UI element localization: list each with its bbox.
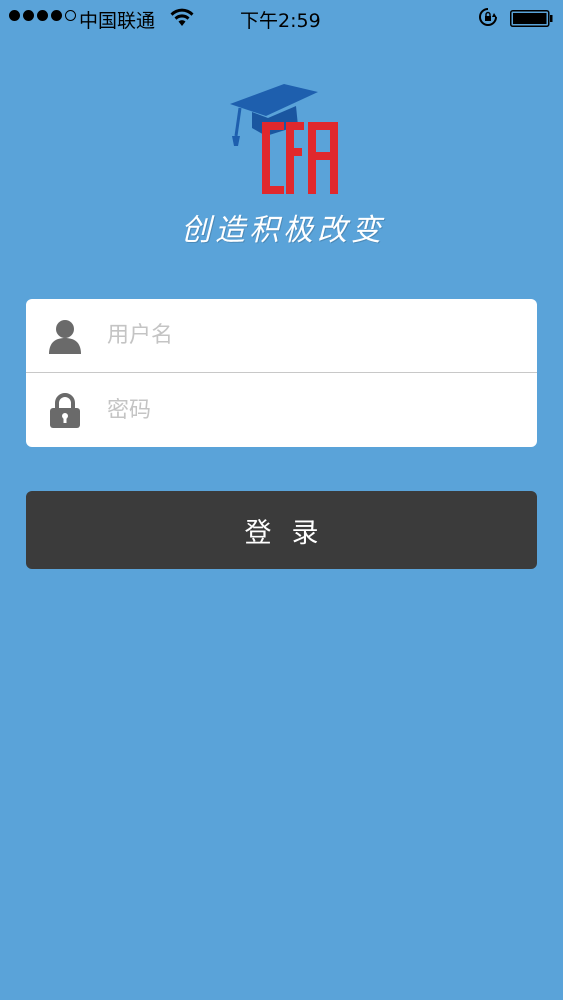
clock: 下午2:59 xyxy=(240,10,321,32)
login-form xyxy=(26,299,537,447)
password-input[interactable] xyxy=(107,390,507,430)
slogan: 创造积极改变 xyxy=(181,213,385,248)
password-row xyxy=(26,373,537,447)
status-bar: 中国联通 下午2:59 xyxy=(0,0,563,38)
wifi-icon xyxy=(170,8,194,26)
cfa-logo xyxy=(230,84,338,194)
user-icon xyxy=(49,319,81,354)
rotation-lock-icon xyxy=(479,8,497,26)
signal-strength-icon xyxy=(9,10,76,21)
battery-icon xyxy=(510,10,553,27)
username-row xyxy=(26,299,537,373)
lock-icon xyxy=(50,393,80,428)
login-button[interactable]: 登录 xyxy=(26,491,537,569)
username-input[interactable] xyxy=(107,315,507,356)
carrier-name: 中国联通 xyxy=(79,10,156,32)
